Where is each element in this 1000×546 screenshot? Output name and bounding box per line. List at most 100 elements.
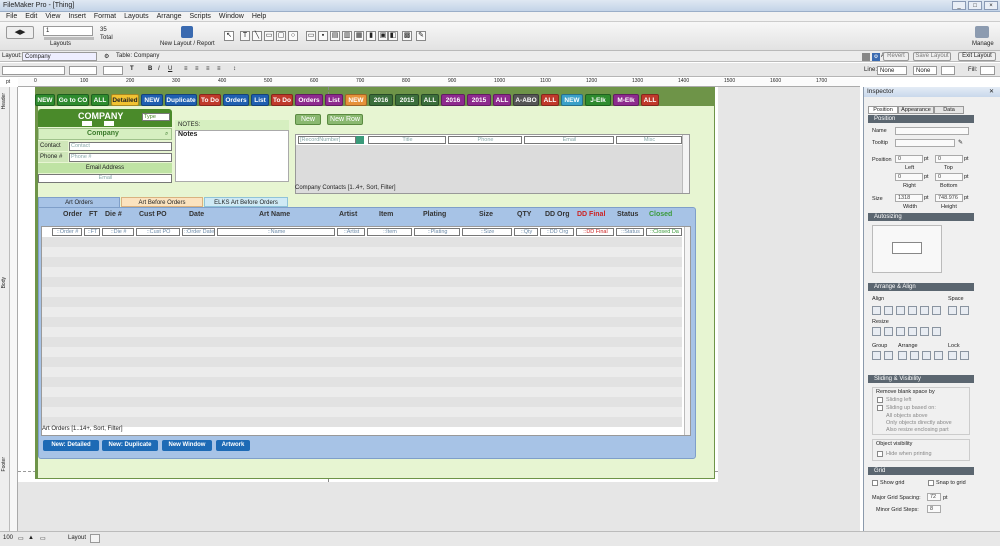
tab-data[interactable]: Data: [934, 106, 964, 114]
show-grid-checkbox[interactable]: [872, 480, 878, 486]
nav-button[interactable]: NEW: [35, 94, 55, 106]
nav-button[interactable]: 2015: [467, 94, 491, 106]
mode-label[interactable]: Layout: [68, 535, 86, 541]
portal-field[interactable]: ::Plating: [414, 228, 460, 236]
all-objects-above-option[interactable]: All objects above: [886, 413, 928, 419]
field-tool-icon[interactable]: ▭: [306, 31, 316, 41]
autosizing-section-header[interactable]: Autosizing: [868, 213, 974, 221]
new-layout-icon[interactable]: [181, 26, 193, 38]
menu-format[interactable]: Format: [90, 13, 120, 20]
theme-aa-icon[interactable]: ⚙: [872, 53, 880, 61]
zoom-level[interactable]: 100: [3, 535, 13, 541]
company-name-field[interactable]: Company: [87, 130, 119, 137]
align-justify-icon[interactable]: ≡: [217, 66, 221, 72]
contact-phone-field[interactable]: Phone: [448, 136, 522, 144]
tab-elks-art-before-orders[interactable]: ELKS Art Before Orders: [204, 197, 288, 207]
type-field[interactable]: Type: [142, 113, 170, 121]
major-grid-field[interactable]: 72: [927, 493, 941, 501]
tooltip-field[interactable]: [895, 139, 955, 147]
zoom-in-icon[interactable]: ▲: [28, 535, 34, 541]
pencil-icon[interactable]: ✎: [958, 139, 963, 146]
send-backward-icon[interactable]: [922, 351, 931, 360]
next-icon[interactable]: ▶: [20, 29, 25, 36]
maximize-button[interactable]: □: [968, 1, 982, 10]
button-tool-icon[interactable]: ▪: [318, 31, 328, 41]
right-field[interactable]: 0: [895, 173, 923, 181]
menu-edit[interactable]: Edit: [21, 13, 41, 20]
web-viewer-icon[interactable]: ▣: [378, 31, 388, 41]
underline-button[interactable]: U: [168, 66, 172, 72]
exit-layout-button[interactable]: Exit Layout: [958, 52, 996, 61]
nav-button[interactable]: Orders: [223, 94, 249, 106]
space-horizontal-icon[interactable]: [948, 306, 957, 315]
group-icon[interactable]: [872, 351, 881, 360]
align-top-icon[interactable]: [908, 306, 917, 315]
part-body-label[interactable]: Body: [1, 277, 7, 288]
arrange-align-section-header[interactable]: Arrange & Align: [868, 283, 974, 291]
menu-scripts[interactable]: Scripts: [186, 13, 215, 20]
table-row[interactable]: [42, 327, 682, 337]
bring-forward-icon[interactable]: [910, 351, 919, 360]
nav-button[interactable]: ALL: [493, 94, 511, 106]
close-button[interactable]: ×: [984, 1, 998, 10]
pointer-tool-icon[interactable]: ↖: [224, 31, 234, 41]
text-tool-icon[interactable]: T: [240, 31, 250, 41]
text-tool-button[interactable]: T: [130, 66, 134, 72]
nav-button[interactable]: A-ABO: [513, 94, 539, 106]
fill-select[interactable]: [980, 66, 995, 75]
table-row[interactable]: [42, 387, 682, 397]
checkbox-icon[interactable]: [82, 121, 92, 126]
search-icon[interactable]: ⌕: [165, 131, 168, 138]
table-row[interactable]: [42, 377, 682, 387]
nav-button[interactable]: Orders: [295, 94, 323, 106]
portal-field[interactable]: ::DD Org: [540, 228, 574, 236]
phone-field[interactable]: Phone #: [69, 153, 172, 162]
menu-window[interactable]: Window: [215, 13, 248, 20]
nav-button[interactable]: 2016: [369, 94, 393, 106]
rectangle-tool-icon[interactable]: ▭: [264, 31, 274, 41]
new-contact-button[interactable]: New: [295, 114, 321, 125]
revert-button[interactable]: Revert: [883, 52, 909, 61]
contact-record-field[interactable]: [RecordNumber]: [298, 136, 356, 144]
nav-button[interactable]: Duplicate: [165, 94, 197, 106]
tab-art-orders[interactable]: Art Orders: [38, 197, 120, 207]
save-layout-button[interactable]: Save Layout: [913, 52, 951, 61]
table-row[interactable]: [42, 317, 682, 327]
table-row[interactable]: [42, 367, 682, 377]
tab-control-icon[interactable]: ▤: [330, 31, 340, 41]
lock-icon[interactable]: [948, 351, 957, 360]
nav-button[interactable]: ALL: [641, 94, 659, 106]
contacts-scrollbar[interactable]: [682, 135, 689, 193]
grid-section-header[interactable]: Grid: [868, 467, 974, 475]
table-row[interactable]: [42, 257, 682, 267]
font-select[interactable]: [2, 66, 65, 75]
nav-button[interactable]: To Do: [271, 94, 293, 106]
table-row[interactable]: [42, 277, 682, 287]
left-field[interactable]: 0: [895, 155, 923, 163]
portal-field[interactable]: ::Die #: [102, 228, 134, 236]
new-layout-report-button[interactable]: New Layout / Report: [160, 41, 215, 47]
portal-field[interactable]: ::Name: [217, 228, 335, 236]
portal-field[interactable]: ::Closed Da: [646, 228, 682, 236]
name-field[interactable]: [895, 127, 969, 135]
snap-grid-checkbox[interactable]: [928, 480, 934, 486]
close-icon[interactable]: ✕: [989, 88, 994, 95]
text-color-select[interactable]: [103, 66, 123, 75]
oval-tool-icon[interactable]: ○: [288, 31, 298, 41]
hide-printing-checkbox[interactable]: [877, 451, 883, 457]
tab-art-before-orders[interactable]: Art Before Orders: [121, 197, 203, 207]
nav-button[interactable]: Detailed: [111, 94, 139, 106]
part-footer-label[interactable]: Footer: [1, 457, 7, 471]
table-row[interactable]: [42, 407, 682, 417]
orders-scrollbar[interactable]: [684, 227, 690, 435]
slide-control-icon[interactable]: ▥: [342, 31, 352, 41]
bottom-field[interactable]: 0: [935, 173, 963, 181]
autosizing-widget[interactable]: [872, 225, 942, 273]
nav-button[interactable]: NEW: [345, 94, 367, 106]
portal-field[interactable]: ::Cust PO: [136, 228, 180, 236]
notes-field[interactable]: Notes: [175, 130, 289, 182]
only-objects-above-option[interactable]: Only objects directly above: [886, 420, 952, 426]
align-middle-icon[interactable]: [920, 306, 929, 315]
nav-button[interactable]: ALL: [91, 94, 109, 106]
artwork-button[interactable]: Artwork: [216, 440, 250, 451]
